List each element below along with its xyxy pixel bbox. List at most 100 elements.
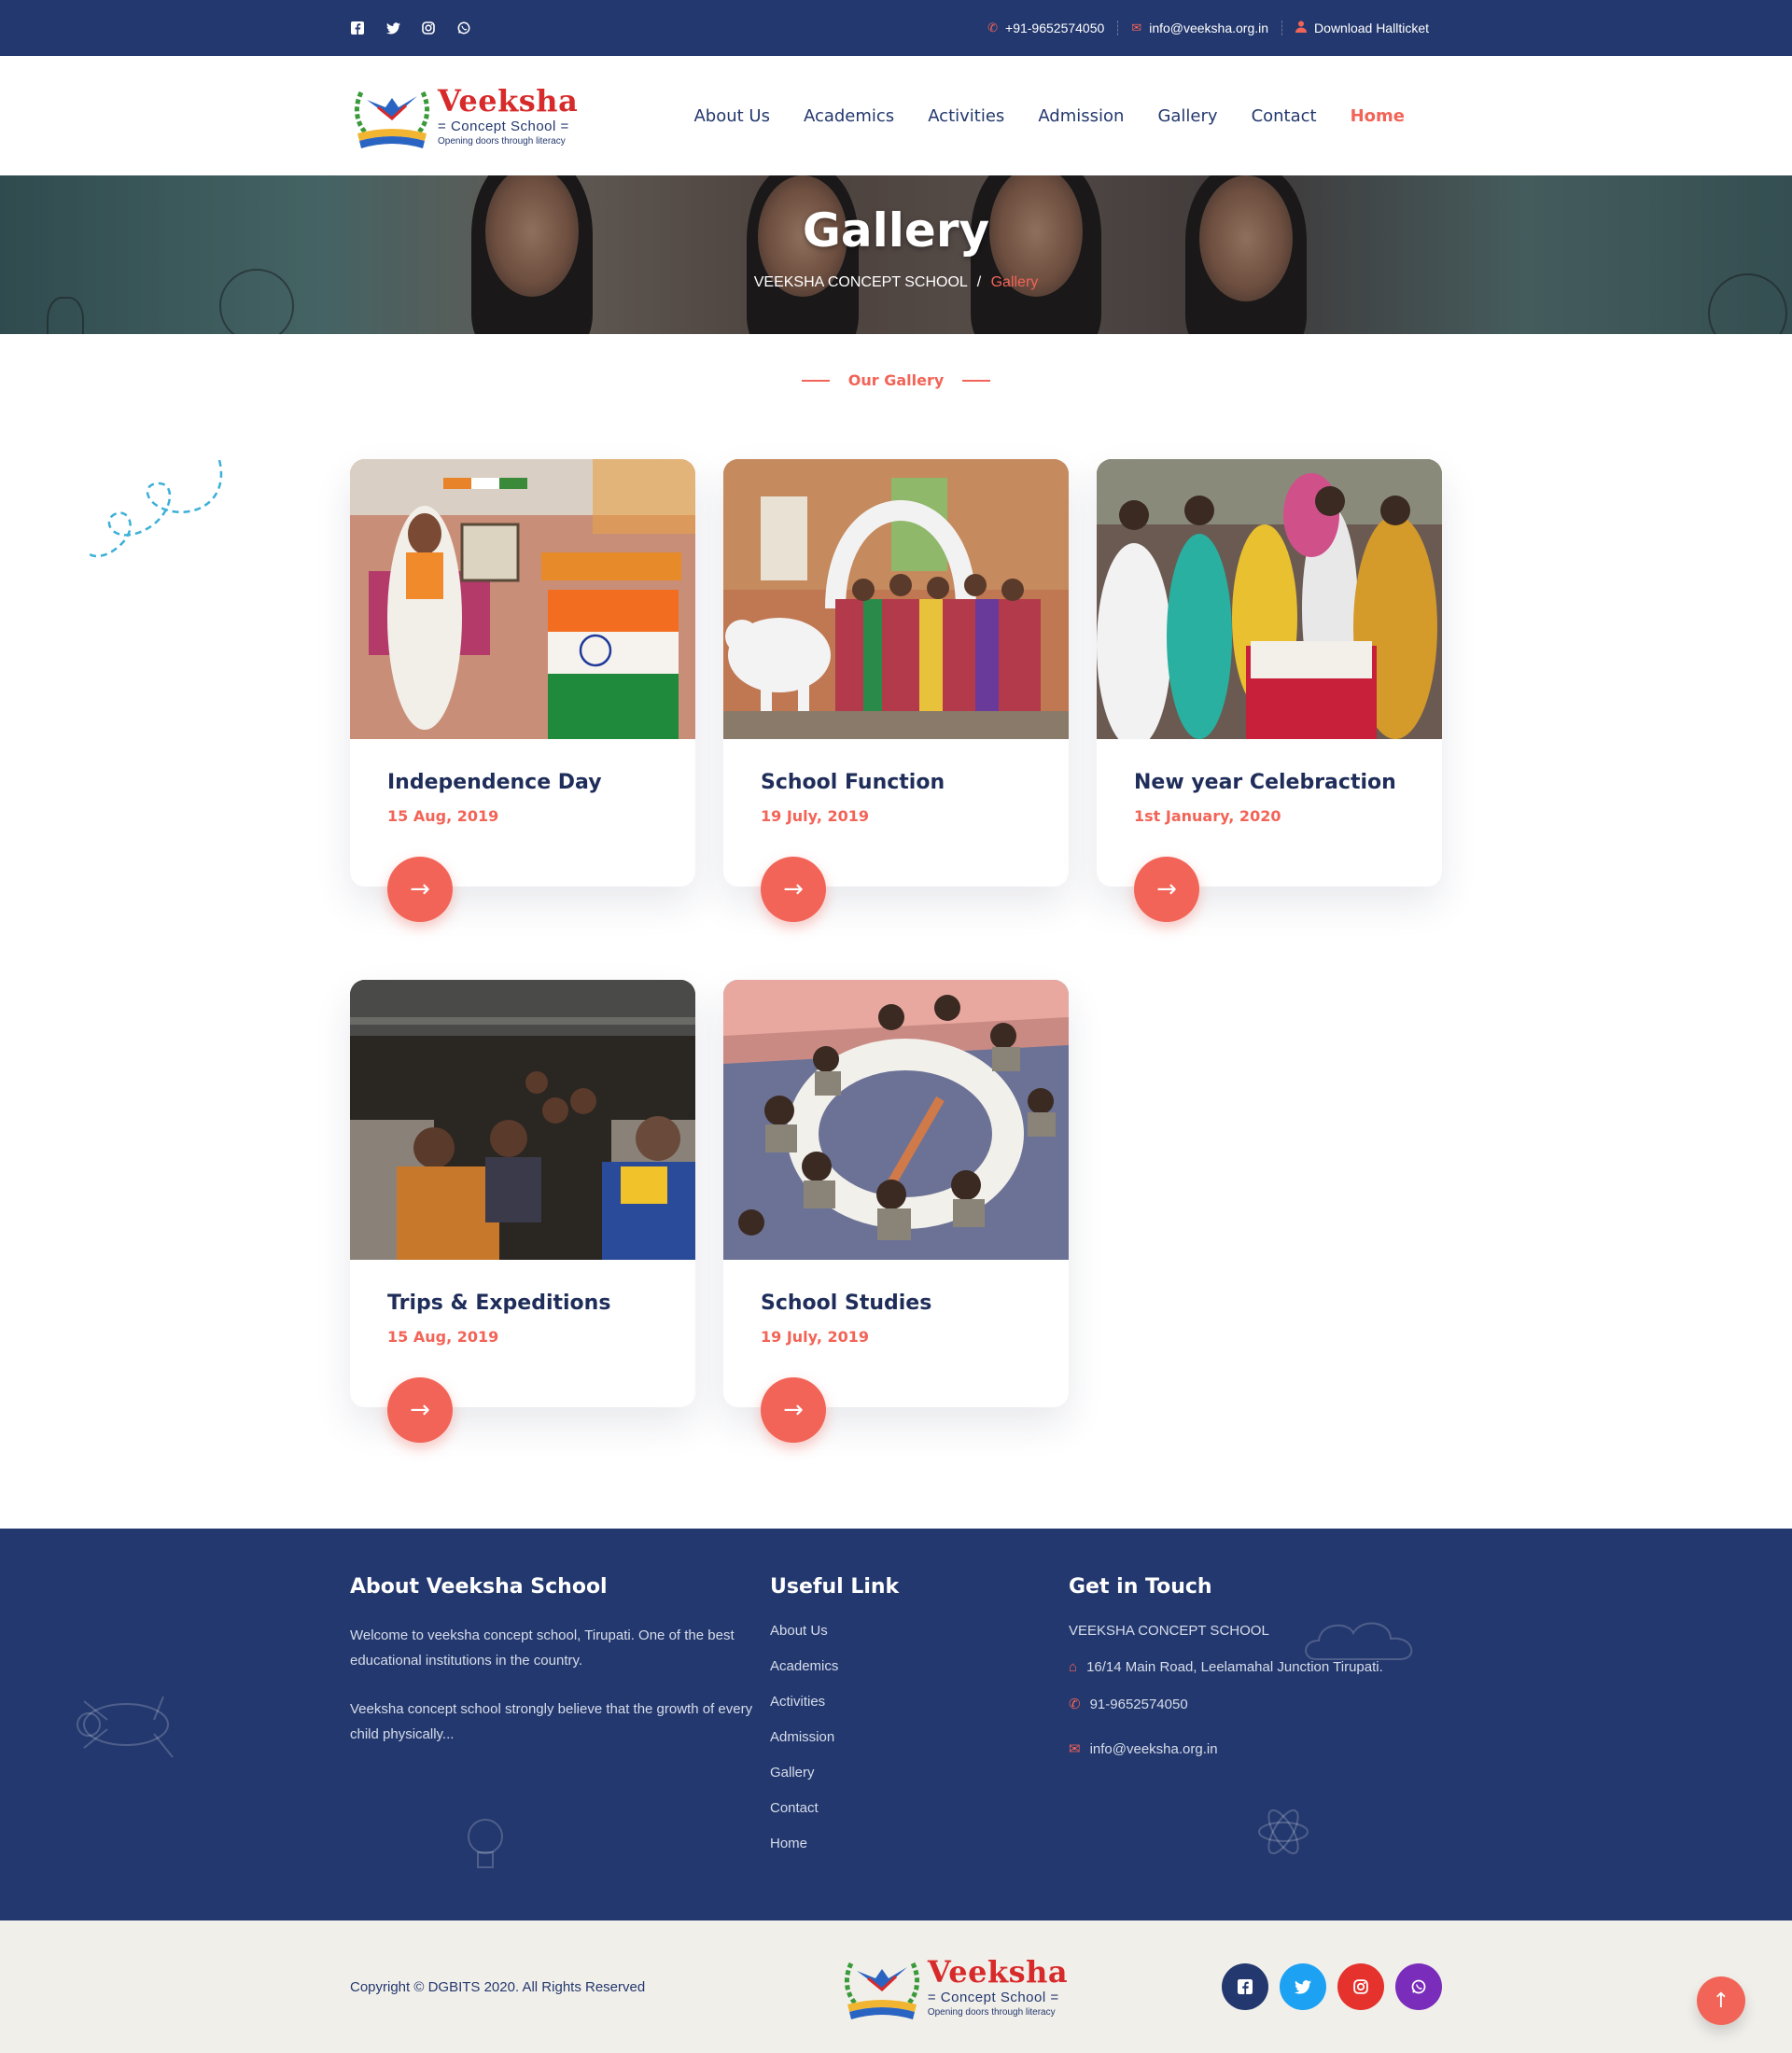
arrow-right-button[interactable]: → bbox=[761, 1377, 826, 1443]
gallery-card-date: 15 Aug, 2019 bbox=[387, 807, 499, 825]
section-label-text: Our Gallery bbox=[847, 371, 945, 389]
gallery-card[interactable]: New year Celebraction 1st January, 2020 … bbox=[1097, 459, 1442, 922]
nav-contact[interactable]: Contact bbox=[1252, 106, 1317, 126]
gallery-card-image[interactable] bbox=[350, 459, 695, 739]
label-line-left bbox=[801, 379, 830, 382]
bottom-bar: Copyright © DGBITS 2020. All Rights Rese… bbox=[0, 1920, 1792, 2053]
section-label: Our Gallery bbox=[350, 371, 1442, 389]
footer-school-name: VEEKSHA CONCEPT SCHOOL bbox=[1069, 1623, 1442, 1639]
label-line-right bbox=[962, 379, 991, 382]
footer-school-name-text: VEEKSHA CONCEPT SCHOOL bbox=[1069, 1623, 1269, 1639]
footer-contact-title: Get in Touch bbox=[1069, 1575, 1212, 1599]
footer-link-activities[interactable]: Activities bbox=[770, 1694, 1069, 1710]
download-hallticket-link[interactable]: Download Hallticket bbox=[1281, 21, 1442, 35]
facebook-icon[interactable] bbox=[350, 21, 365, 35]
gallery-card-image[interactable] bbox=[350, 980, 695, 1260]
twitter-icon[interactable] bbox=[1279, 1963, 1326, 2010]
gallery-card[interactable]: School Function 19 July, 2019 → bbox=[723, 459, 1069, 922]
bottom-social-links bbox=[1221, 1963, 1442, 2010]
footer-about: About Veeksha School Welcome to veeksha … bbox=[350, 1575, 770, 1871]
gallery-card[interactable]: School Studies 19 July, 2019 → bbox=[723, 980, 1069, 1443]
footer-link-gallery[interactable]: Gallery bbox=[770, 1765, 1069, 1781]
footer-link-about-us[interactable]: About Us bbox=[770, 1623, 1069, 1639]
envelope-icon: ✉ bbox=[1069, 1741, 1081, 1757]
main-nav: About Us Academics Activities Admission … bbox=[693, 106, 1405, 126]
gallery-section: Our Gallery Independence Day 15 Aug, 201… bbox=[0, 334, 1792, 1529]
footer-contact: Get in Touch VEEKSHA CONCEPT SCHOOL ⌂ 16… bbox=[1069, 1575, 1442, 1871]
logo-emblem-icon bbox=[840, 1950, 924, 2023]
footer-link-home[interactable]: Home bbox=[770, 1836, 1069, 1851]
banner-content: Gallery VEEKSHA CONCEPT SCHOOL / Gallery bbox=[0, 203, 1792, 291]
top-email-text: info@veeksha.org.in bbox=[1149, 21, 1269, 35]
gallery-card-image[interactable] bbox=[1097, 459, 1442, 739]
nav-home[interactable]: Home bbox=[1351, 106, 1405, 126]
arrow-right-button[interactable]: → bbox=[761, 857, 826, 922]
arrow-right-button[interactable]: → bbox=[387, 857, 453, 922]
gallery-card-title[interactable]: New year Celebraction bbox=[1134, 771, 1405, 794]
nav-gallery[interactable]: Gallery bbox=[1157, 106, 1217, 126]
nav-activities[interactable]: Activities bbox=[928, 106, 1004, 126]
breadcrumb-current: Gallery bbox=[990, 274, 1039, 290]
footer-phone[interactable]: ✆ 91-9652574050 bbox=[1069, 1696, 1442, 1713]
footer-logo[interactable]: Veeksha = Concept School = Opening doors… bbox=[840, 1950, 1068, 2023]
nav-admission[interactable]: Admission bbox=[1038, 106, 1124, 126]
logo-tagline: Opening doors through literacy bbox=[438, 135, 566, 147]
gallery-card-title[interactable]: Trips & Expeditions bbox=[387, 1292, 658, 1315]
facebook-icon[interactable] bbox=[1221, 1963, 1268, 2010]
breadcrumb-home[interactable]: VEEKSHA CONCEPT SCHOOL bbox=[754, 274, 968, 290]
top-phone[interactable]: ✆ +91-9652574050 bbox=[974, 21, 1117, 35]
footer-email[interactable]: ✉ info@veeksha.org.in bbox=[1069, 1740, 1442, 1758]
logo-subtitle: = Concept School = bbox=[438, 118, 569, 134]
footer-links: Useful Link About Us Academics Activitie… bbox=[770, 1575, 1069, 1871]
arrow-right-button[interactable]: → bbox=[1134, 857, 1199, 922]
site-footer: About Veeksha School Welcome to veeksha … bbox=[0, 1529, 1792, 1920]
footer-links-title: Useful Link bbox=[770, 1575, 900, 1599]
phone-icon: ✆ bbox=[1069, 1697, 1081, 1712]
whatsapp-icon[interactable] bbox=[456, 21, 471, 35]
page-banner: Gallery VEEKSHA CONCEPT SCHOOL / Gallery bbox=[0, 175, 1792, 334]
logo-emblem-icon bbox=[350, 79, 434, 152]
footer-link-contact[interactable]: Contact bbox=[770, 1800, 1069, 1816]
nav-about-us[interactable]: About Us bbox=[693, 106, 770, 126]
gallery-grid: Independence Day 15 Aug, 2019 → School F… bbox=[350, 459, 1442, 1501]
footer-link-admission[interactable]: Admission bbox=[770, 1729, 1069, 1745]
logo-subtitle-text: Concept School bbox=[450, 118, 556, 134]
logo-name: Veeksha bbox=[927, 1953, 1069, 1990]
arrow-right-button[interactable]: → bbox=[387, 1377, 453, 1443]
footer-about-text-1: Welcome to veeksha concept school, Tirup… bbox=[350, 1627, 735, 1669]
nav-academics[interactable]: Academics bbox=[804, 106, 894, 126]
site-header: Veeksha = Concept School = Opening doors… bbox=[0, 56, 1792, 175]
gallery-card[interactable]: Trips & Expeditions 15 Aug, 2019 → bbox=[350, 980, 695, 1443]
airplane-decoration-icon bbox=[77, 1696, 174, 1758]
gallery-card-image[interactable] bbox=[723, 980, 1069, 1260]
gallery-card-title[interactable]: Independence Day bbox=[387, 771, 658, 794]
envelope-icon: ✉ bbox=[1131, 21, 1142, 35]
logo-subtitle: = Concept School = bbox=[927, 1989, 1059, 2005]
arrow-right-icon: → bbox=[783, 875, 804, 903]
user-icon bbox=[1295, 21, 1308, 35]
gallery-card-date: 19 July, 2019 bbox=[761, 807, 870, 825]
logo-tagline: Opening doors through literacy bbox=[927, 2006, 1056, 2018]
gallery-card-title[interactable]: School Function bbox=[761, 771, 1031, 794]
arrow-right-icon: → bbox=[410, 875, 430, 903]
arrow-up-icon: ↑ bbox=[1712, 1989, 1730, 2013]
footer-phone-text: 91-9652574050 bbox=[1089, 1696, 1188, 1712]
top-phone-text: +91-9652574050 bbox=[1005, 21, 1105, 35]
instagram-icon[interactable] bbox=[1337, 1963, 1384, 2010]
gallery-card-date: 15 Aug, 2019 bbox=[387, 1328, 499, 1346]
hallticket-text: Download Hallticket bbox=[1314, 21, 1429, 35]
whatsapp-icon[interactable] bbox=[1394, 1963, 1442, 2010]
gallery-card[interactable]: Independence Day 15 Aug, 2019 → bbox=[350, 459, 695, 922]
footer-link-academics[interactable]: Academics bbox=[770, 1658, 1069, 1674]
arrow-right-icon: → bbox=[1156, 875, 1177, 903]
footer-about-title: About Veeksha School bbox=[350, 1575, 608, 1599]
breadcrumb: VEEKSHA CONCEPT SCHOOL / Gallery bbox=[0, 274, 1792, 291]
home-icon: ⌂ bbox=[1069, 1659, 1078, 1675]
twitter-icon[interactable] bbox=[385, 21, 400, 35]
gallery-card-image[interactable] bbox=[723, 459, 1069, 739]
logo[interactable]: Veeksha = Concept School = Opening doors… bbox=[350, 79, 578, 152]
gallery-card-title[interactable]: School Studies bbox=[761, 1292, 1031, 1315]
top-email[interactable]: ✉ info@veeksha.org.in bbox=[1117, 21, 1281, 35]
instagram-icon[interactable] bbox=[421, 21, 436, 35]
scroll-to-top-button[interactable]: ↑ bbox=[1697, 1976, 1745, 2025]
